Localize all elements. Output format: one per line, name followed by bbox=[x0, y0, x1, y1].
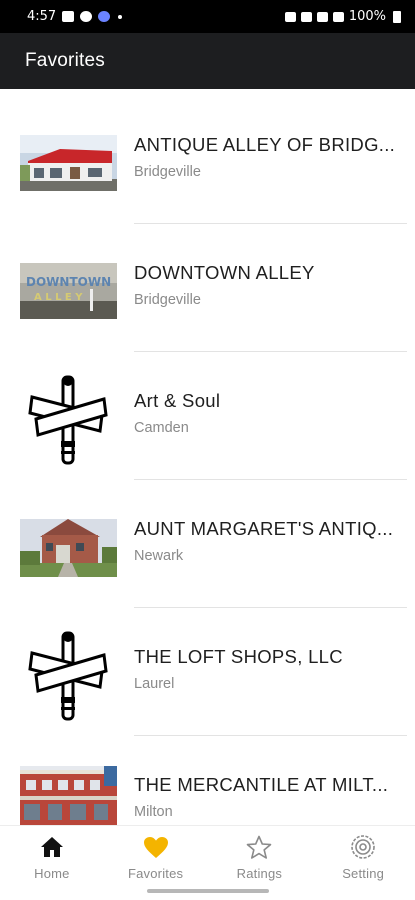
app-notification-icon bbox=[98, 11, 111, 22]
mute-icon bbox=[300, 11, 312, 22]
nav-home[interactable]: Home bbox=[0, 826, 104, 900]
item-text: THE MERCANTILE AT MILT... Milton bbox=[134, 774, 399, 820]
nav-label: Favorites bbox=[127, 866, 184, 881]
item-text: THE LOFT SHOPS, LLC Laurel bbox=[134, 646, 399, 692]
item-name: THE LOFT SHOPS, LLC bbox=[134, 646, 343, 667]
crossroads-sign-icon bbox=[28, 631, 108, 721]
favorites-list[interactable]: ANTIQUE ALLEY OF BRIDG... Bridgeville DO… bbox=[0, 89, 415, 825]
item-name: AUNT MARGARET'S ANTIQ... bbox=[134, 518, 394, 539]
item-name: Art & Soul bbox=[134, 390, 221, 411]
item-city: Camden bbox=[134, 420, 189, 436]
nav-label: Setting bbox=[342, 866, 385, 881]
star-icon bbox=[246, 834, 272, 860]
sign-photo: DOWNTOWN A L L E Y bbox=[20, 263, 117, 319]
status-left: 4:57 bbox=[27, 9, 123, 24]
crossroads-sign-icon bbox=[28, 375, 108, 465]
item-name: ANTIQUE ALLEY OF BRIDG... bbox=[134, 134, 396, 155]
item-city: Milton bbox=[134, 804, 173, 820]
list-item[interactable]: AUNT MARGARET'S ANTIQ... Newark bbox=[0, 473, 415, 601]
item-text: AUNT MARGARET'S ANTIQ... Newark bbox=[134, 518, 399, 564]
home-icon bbox=[39, 834, 65, 860]
item-city: Newark bbox=[134, 548, 184, 564]
nav-setting[interactable]: Setting bbox=[311, 826, 415, 900]
app-bar: Favorites bbox=[0, 33, 415, 89]
item-city: Laurel bbox=[134, 676, 175, 692]
brick-building-photo bbox=[20, 766, 117, 825]
nav-label: Ratings bbox=[236, 866, 283, 881]
battery-icon bbox=[393, 10, 401, 23]
message-notification-icon bbox=[80, 11, 93, 22]
item-text: DOWNTOWN ALLEY Bridgeville bbox=[134, 262, 399, 308]
list-item[interactable]: ANTIQUE ALLEY OF BRIDG... Bridgeville bbox=[0, 89, 415, 217]
item-city: Bridgeville bbox=[134, 292, 201, 308]
svg-text:A L L E Y: A L L E Y bbox=[34, 292, 83, 303]
storefront-photo bbox=[20, 135, 117, 191]
item-text: ANTIQUE ALLEY OF BRIDG... Bridgeville bbox=[134, 134, 399, 180]
item-name: DOWNTOWN ALLEY bbox=[134, 262, 315, 283]
list-item[interactable]: THE LOFT SHOPS, LLC Laurel bbox=[0, 601, 415, 729]
item-text: Art & Soul Camden bbox=[134, 390, 399, 436]
nav-label: Home bbox=[34, 866, 70, 881]
signal-icon bbox=[332, 11, 344, 22]
status-right: 100% bbox=[284, 9, 401, 24]
target-icon bbox=[350, 834, 376, 860]
status-time: 4:57 bbox=[27, 9, 57, 24]
list-item[interactable]: Art & Soul Camden bbox=[0, 345, 415, 473]
gallery-notification-icon bbox=[62, 11, 75, 22]
item-name: THE MERCANTILE AT MILT... bbox=[134, 774, 389, 795]
heart-icon bbox=[143, 834, 169, 860]
page-title: Favorites bbox=[25, 50, 105, 71]
status-bar: 4:57 100% bbox=[0, 0, 415, 33]
more-notifications-icon bbox=[118, 14, 123, 19]
house-photo bbox=[20, 519, 117, 577]
list-item[interactable]: DOWNTOWN A L L E Y DOWNTOWN ALLEY Bridge… bbox=[0, 217, 415, 345]
gesture-handle[interactable] bbox=[147, 889, 269, 893]
battery-percent: 100% bbox=[348, 9, 386, 24]
list-item[interactable]: THE MERCANTILE AT MILT... Milton bbox=[0, 729, 415, 825]
wifi-icon bbox=[316, 11, 328, 22]
svg-text:DOWNTOWN: DOWNTOWN bbox=[26, 275, 111, 289]
alarm-icon bbox=[284, 11, 296, 22]
item-city: Bridgeville bbox=[134, 164, 201, 180]
